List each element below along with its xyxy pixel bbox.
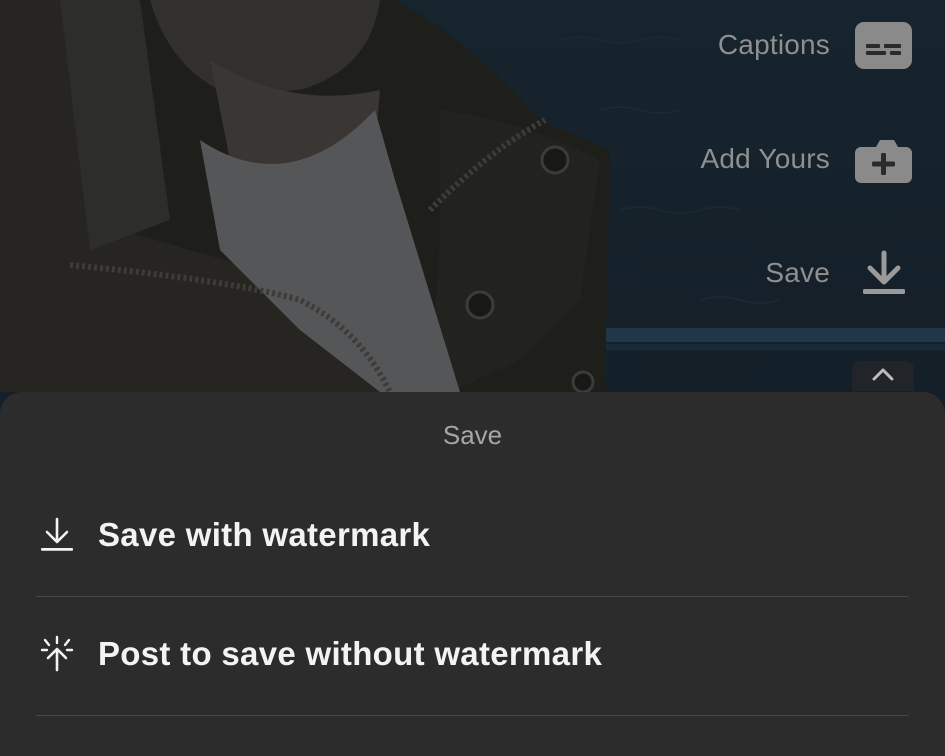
download-icon (855, 249, 912, 297)
captions-button[interactable]: Captions (718, 21, 912, 69)
post-to-save-label: Post to save without watermark (98, 635, 603, 672)
sheet-title: Save (442, 420, 503, 450)
plus-box-icon (855, 135, 912, 183)
save-rail-label: Save (765, 257, 830, 288)
collapse-rail-button[interactable] (852, 361, 914, 391)
captions-label: Captions (717, 29, 830, 60)
save-rail-button[interactable]: Save (765, 249, 912, 297)
captions-icon (855, 21, 912, 69)
save-with-watermark-label: Save with watermark (98, 516, 431, 553)
chevron-up-icon (870, 366, 896, 387)
add-yours-button[interactable]: Add Yours (701, 135, 912, 183)
download-icon (38, 515, 76, 555)
post-to-save-option[interactable]: Post to save without watermark (0, 599, 945, 709)
divider (36, 715, 909, 716)
divider (36, 596, 909, 597)
save-with-watermark-option[interactable]: Save with watermark (0, 480, 945, 590)
add-yours-label: Add Yours (700, 143, 830, 174)
sparkle-upload-icon (38, 634, 76, 674)
